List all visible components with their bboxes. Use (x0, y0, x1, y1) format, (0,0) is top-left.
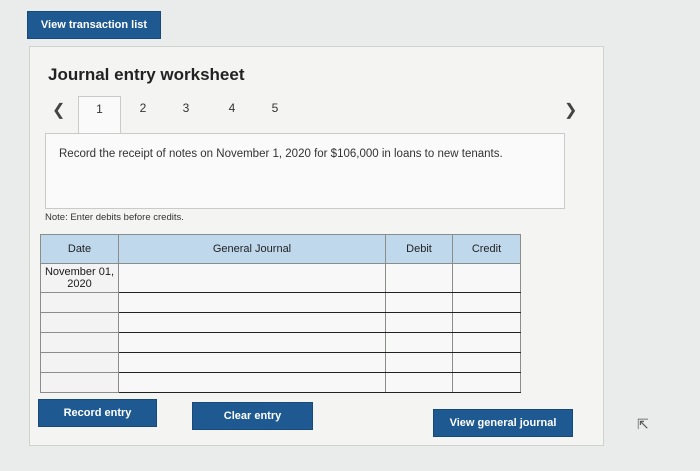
table-row (40, 292, 521, 313)
table-row (40, 352, 521, 373)
debit-cell[interactable] (385, 263, 453, 293)
chevron-left-icon[interactable]: ❮ (52, 100, 65, 120)
tab-3[interactable]: 3 (176, 101, 196, 115)
date-cell[interactable] (40, 292, 119, 313)
account-cell[interactable] (118, 352, 386, 373)
note-text: Note: Enter debits before credits. (45, 212, 184, 223)
account-cell[interactable] (118, 263, 386, 293)
tab-5[interactable]: 5 (265, 101, 285, 115)
date-cell[interactable] (40, 352, 119, 373)
view-transaction-list-button[interactable]: View transaction list (27, 11, 161, 39)
debit-cell[interactable] (385, 332, 453, 353)
view-general-journal-button[interactable]: View general journal (433, 409, 573, 437)
header-debit: Debit (385, 234, 453, 264)
account-cell[interactable] (118, 372, 386, 393)
header-general-journal: General Journal (118, 234, 386, 264)
debit-cell[interactable] (385, 292, 453, 313)
header-credit: Credit (452, 234, 521, 264)
debit-cell[interactable] (385, 312, 453, 333)
account-cell[interactable] (118, 332, 386, 353)
credit-cell[interactable] (452, 372, 521, 393)
date-cell[interactable]: November 01, 2020 (40, 263, 119, 293)
debit-cell[interactable] (385, 372, 453, 393)
credit-cell[interactable] (452, 263, 521, 293)
table-row (40, 312, 521, 333)
mouse-pointer-icon: ⇱ (637, 416, 649, 432)
account-cell[interactable] (118, 312, 386, 333)
journal-table: Date General Journal Debit Credit Novemb… (40, 234, 521, 393)
chevron-right-icon[interactable]: ❯ (564, 100, 577, 120)
worksheet-title: Journal entry worksheet (48, 65, 245, 84)
header-date: Date (40, 234, 119, 264)
record-entry-button[interactable]: Record entry (38, 399, 157, 427)
credit-cell[interactable] (452, 352, 521, 373)
instruction-text: Record the receipt of notes on November … (59, 148, 503, 160)
table-row (40, 332, 521, 353)
clear-entry-button[interactable]: Clear entry (192, 402, 313, 430)
date-cell[interactable] (40, 372, 119, 393)
account-cell[interactable] (118, 292, 386, 313)
credit-cell[interactable] (452, 332, 521, 353)
date-cell[interactable] (40, 332, 119, 353)
tab-4[interactable]: 4 (222, 101, 242, 115)
credit-cell[interactable] (452, 312, 521, 333)
instruction-box: Record the receipt of notes on November … (45, 133, 565, 209)
table-row: November 01, 2020 (40, 263, 521, 293)
date-cell[interactable] (40, 312, 119, 333)
tab-1[interactable]: 1 (78, 96, 121, 136)
tab-2[interactable]: 2 (133, 101, 153, 115)
table-row (40, 372, 521, 393)
debit-cell[interactable] (385, 352, 453, 373)
credit-cell[interactable] (452, 292, 521, 313)
